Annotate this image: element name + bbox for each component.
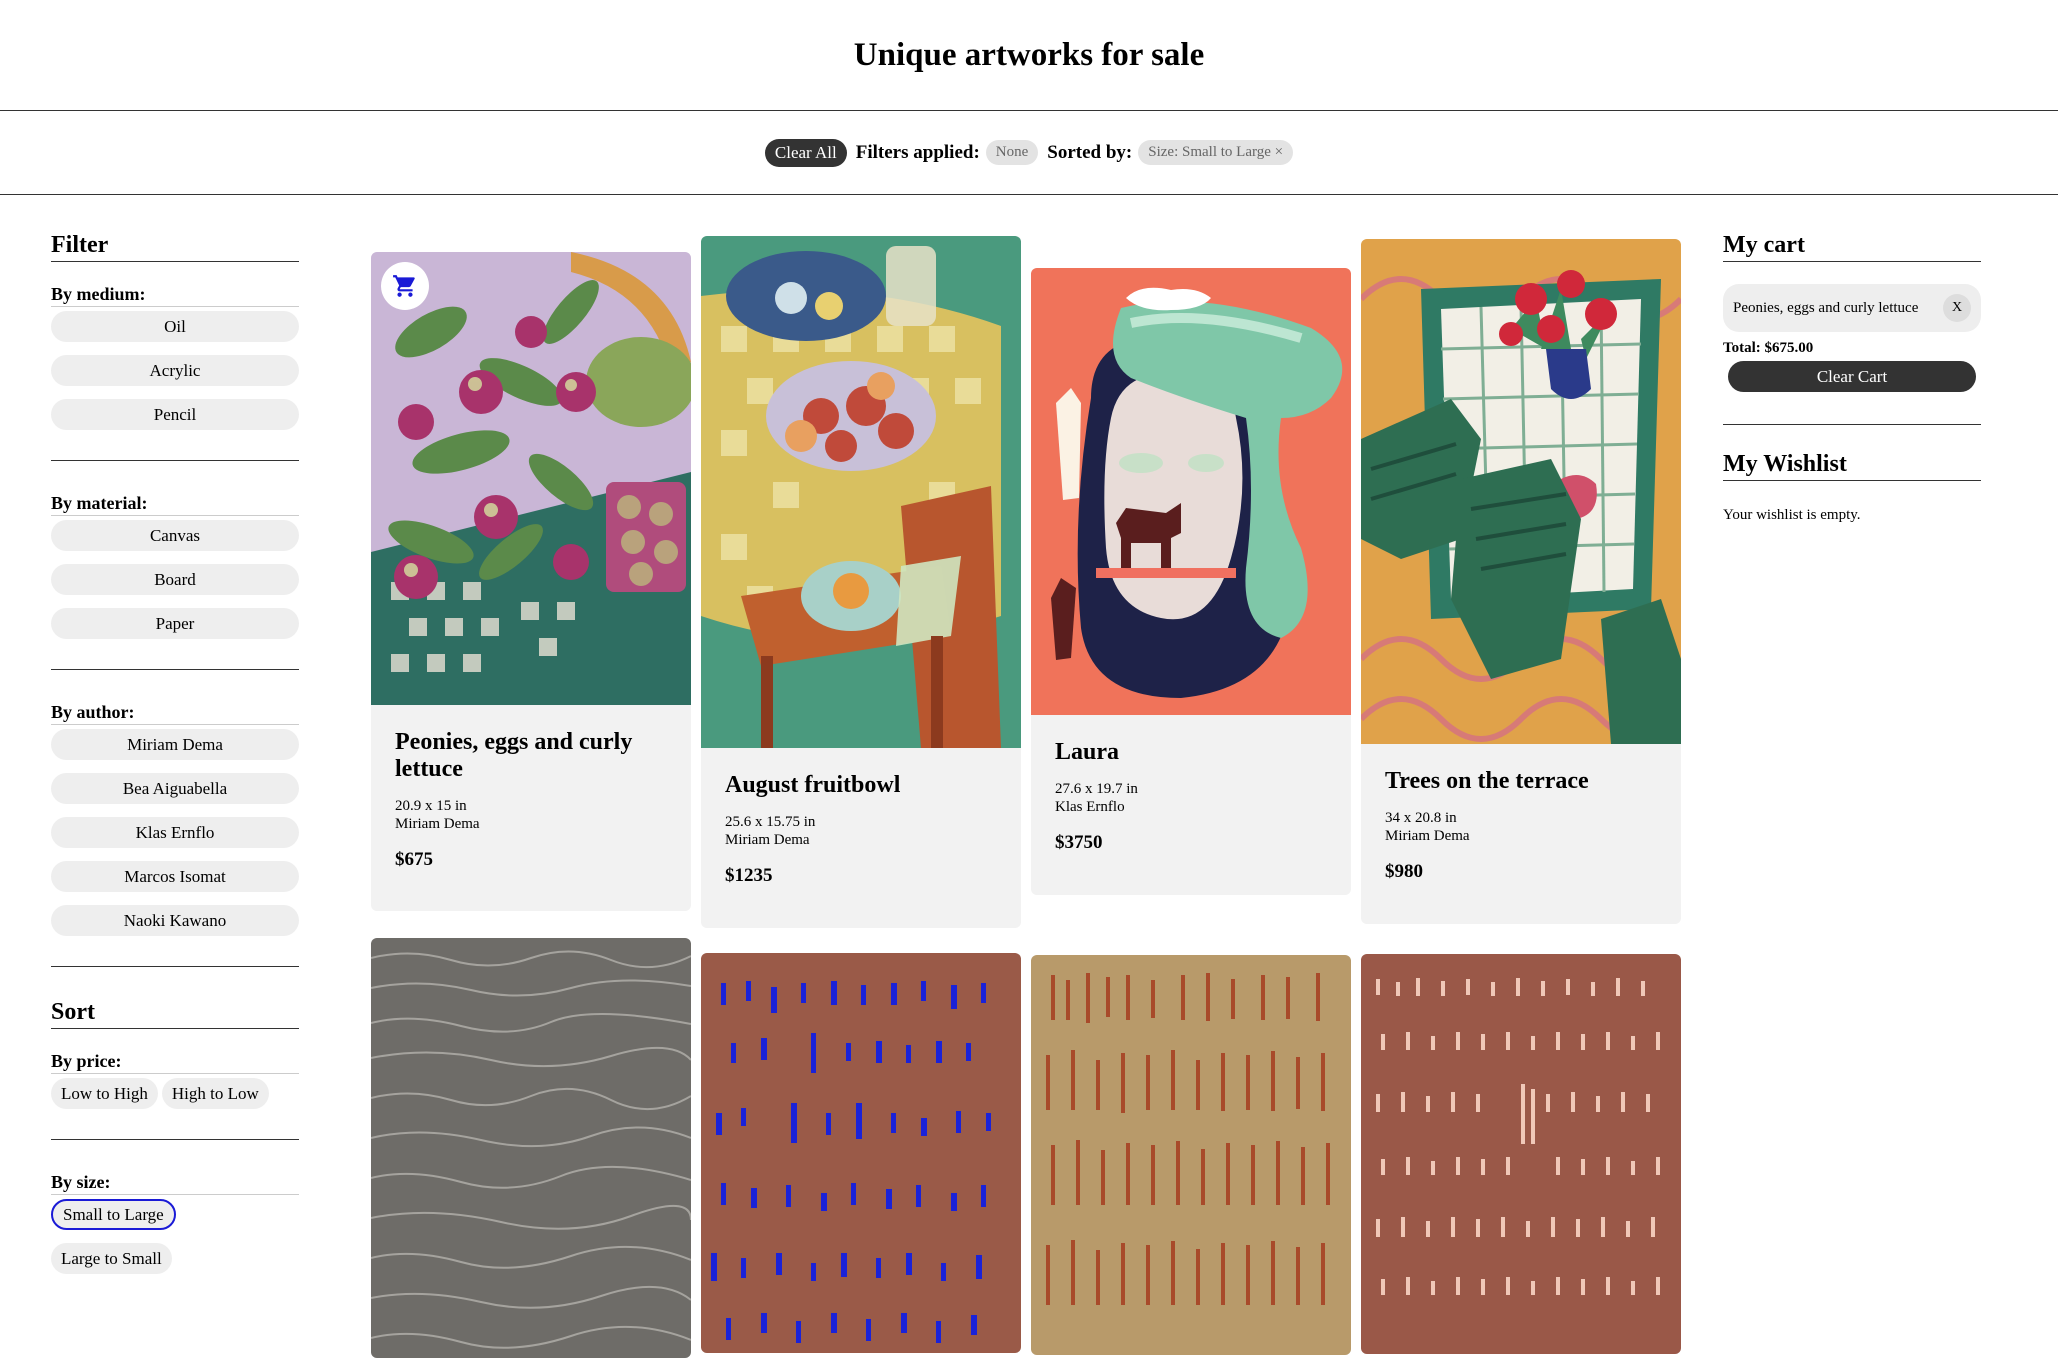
product-title[interactable]: Trees on the terrace (1385, 768, 1657, 795)
page-header: Unique artworks for sale (0, 0, 2058, 111)
product-title[interactable]: Peonies, eggs and curly lettuce (395, 729, 667, 783)
product-card[interactable] (701, 953, 1021, 1353)
sort-size-small-large[interactable]: Small to Large (51, 1199, 176, 1230)
filter-sidebar: Filter By medium: Oil Acrylic Pencil By … (51, 232, 299, 1287)
product-size: 27.6 x 19.7 in (1055, 781, 1138, 797)
filter-author-klas-ernflo[interactable]: Klas Ernflo (51, 817, 299, 848)
artwork-image (701, 236, 1021, 748)
product-size: 20.9 x 15 in (395, 798, 467, 814)
cart-sidebar: My cart Peonies, eggs and curly lettuce … (1723, 232, 1981, 524)
price-sort-options: Low to High High to Low (51, 1078, 299, 1109)
product-info: Peonies, eggs and curly lettuce 20.9 x 1… (371, 705, 691, 871)
product-card[interactable] (1031, 955, 1351, 1355)
product-price: $675 (395, 849, 433, 870)
price-group-label: By price: (51, 1051, 299, 1074)
sorted-by-chip[interactable]: Size: Small to Large × (1138, 140, 1294, 165)
artwork-image (371, 938, 691, 1358)
applied-filters-bar: Clear All Filters applied: None Sorted b… (0, 111, 2058, 195)
product-info: August fruitbowl 25.6 x 15.75 in Miriam … (701, 748, 1021, 887)
size-sort-option-row: Large to Small (51, 1243, 299, 1274)
product-author: Klas Ernflo (1055, 799, 1125, 815)
artwork-image (1361, 239, 1681, 744)
cart-total: Total: $675.00 (1723, 340, 1814, 356)
product-card[interactable]: Laura 27.6 x 19.7 in Klas Ernflo $3750 (1031, 268, 1351, 895)
artwork-image (1031, 955, 1351, 1355)
product-price: $980 (1385, 861, 1423, 882)
artwork-image (1361, 954, 1681, 1354)
product-card[interactable] (1361, 954, 1681, 1354)
material-group-label: By material: (51, 493, 299, 516)
cart-item: Peonies, eggs and curly lettuce X (1723, 284, 1981, 332)
filter-author-miriam-dema[interactable]: Miriam Dema (51, 729, 299, 760)
size-sort-option-row: Small to Large (51, 1199, 299, 1230)
artwork-image (1031, 268, 1351, 715)
product-price: $3750 (1055, 832, 1103, 853)
filter-author-bea-aiguabella[interactable]: Bea Aiguabella (51, 773, 299, 804)
sort-size-large-small[interactable]: Large to Small (51, 1243, 172, 1274)
product-title[interactable]: August fruitbowl (725, 772, 997, 799)
product-author: Miriam Dema (395, 816, 480, 832)
filter-material-board[interactable]: Board (51, 564, 299, 595)
filter-material-canvas[interactable]: Canvas (51, 520, 299, 551)
artwork-image (371, 252, 691, 705)
product-card[interactable] (371, 938, 691, 1358)
shopping-cart-icon (393, 275, 415, 297)
clear-all-button[interactable]: Clear All (764, 138, 847, 167)
sort-title: Sort (51, 999, 299, 1029)
filter-author-naoki-kawano[interactable]: Naoki Kawano (51, 905, 299, 936)
filters-applied-value: None (985, 140, 1039, 165)
filter-medium-acrylic[interactable]: Acrylic (51, 355, 299, 386)
filter-medium-pencil[interactable]: Pencil (51, 399, 299, 430)
wishlist-empty-text: Your wishlist is empty. (1723, 507, 1861, 523)
divider (51, 1139, 299, 1140)
size-group-label: By size: (51, 1172, 299, 1195)
product-author: Miriam Dema (1385, 828, 1470, 844)
filter-title: Filter (51, 232, 299, 262)
artwork-image (701, 953, 1021, 1353)
filters-applied-label: Filters applied: (855, 141, 980, 163)
sort-price-high-low[interactable]: High to Low (161, 1078, 269, 1109)
sort-price-low-high[interactable]: Low to High (51, 1078, 158, 1109)
filter-material-paper[interactable]: Paper (51, 608, 299, 639)
product-info: Trees on the terrace 34 x 20.8 in Miriam… (1361, 744, 1681, 883)
divider (51, 966, 299, 967)
sorted-by-label: Sorted by: (1047, 141, 1133, 163)
wishlist-title: My Wishlist (1723, 451, 1981, 481)
divider (51, 460, 299, 461)
medium-group-label: By medium: (51, 284, 299, 307)
product-size: 25.6 x 15.75 in (725, 814, 816, 830)
product-card[interactable]: Peonies, eggs and curly lettuce 20.9 x 1… (371, 252, 691, 911)
product-author: Miriam Dema (725, 832, 810, 848)
product-title[interactable]: Laura (1055, 739, 1327, 766)
product-price: $1235 (725, 865, 773, 886)
product-info: Laura 27.6 x 19.7 in Klas Ernflo $3750 (1031, 715, 1351, 854)
page-title: Unique artworks for sale (853, 36, 1205, 73)
filter-author-marcos-isomat[interactable]: Marcos Isomat (51, 861, 299, 892)
divider (1723, 424, 1981, 425)
product-card[interactable]: Trees on the terrace 34 x 20.8 in Miriam… (1361, 239, 1681, 924)
filter-medium-oil[interactable]: Oil (51, 311, 299, 342)
cart-title: My cart (1723, 232, 1981, 262)
product-card[interactable]: August fruitbowl 25.6 x 15.75 in Miriam … (701, 236, 1021, 928)
divider (51, 669, 299, 670)
author-group-label: By author: (51, 702, 299, 725)
cart-item-name: Peonies, eggs and curly lettuce (1733, 299, 1919, 316)
remove-cart-item-button[interactable]: X (1943, 294, 1971, 322)
product-size: 34 x 20.8 in (1385, 810, 1457, 826)
clear-cart-button[interactable]: Clear Cart (1728, 361, 1976, 392)
add-to-cart-button[interactable] (381, 262, 429, 310)
